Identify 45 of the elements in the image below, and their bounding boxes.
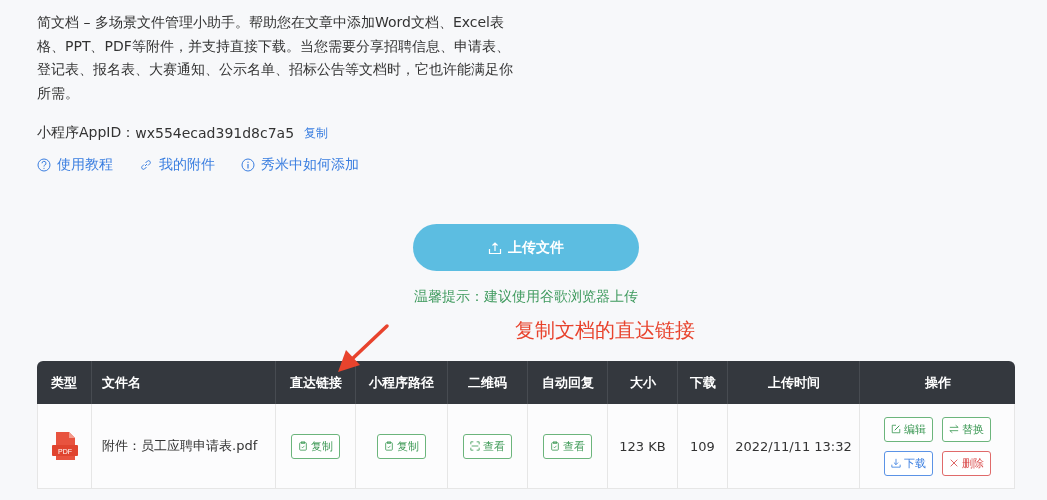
annotation-text: 复制文档的直达链接 [515,317,695,344]
close-icon [948,458,959,468]
column-header: 操作 [860,361,1015,404]
question-icon [37,158,51,172]
copy-button[interactable]: 查看 [543,433,592,459]
file-name: 附件：员工应聘申请表.pdf [92,404,276,489]
file-size: 123 KB [608,404,678,489]
column-header: 二维码 [448,361,528,404]
download-count: 109 [678,404,728,489]
column-header: 直达链接 [276,361,356,404]
arrow-drawing [338,324,389,372]
download-icon [890,458,901,468]
copy-button[interactable]: 复制 [377,433,426,459]
column-header: 自动回复 [528,361,608,404]
clipboard-icon [298,441,308,451]
info-icon [241,158,255,172]
scan-icon [470,441,480,451]
view-button[interactable]: 查看 [463,433,512,459]
help-link[interactable]: 我的附件 [139,156,215,174]
replace-button[interactable]: 替换 [941,416,991,442]
clipboard-icon [550,441,560,451]
clipboard-icon [384,441,394,451]
delete-button[interactable]: 删除 [941,450,991,476]
help-link[interactable]: 使用教程 [37,156,113,174]
column-header: 小程序路径 [356,361,448,404]
swap-icon [948,424,959,434]
column-header: 上传时间 [728,361,860,404]
copy-button[interactable]: 复制 [291,433,340,459]
download-button[interactable]: 下载 [883,450,933,476]
edit-button[interactable]: 编辑 [883,416,933,442]
upload-time: 2022/11/11 13:32 [728,404,860,489]
upload-icon [488,240,502,255]
upload-button[interactable]: 上传文件 [413,224,639,271]
column-header: 文件名 [92,361,276,404]
copy-link[interactable]: 复制 [304,124,329,142]
help-link[interactable]: 秀米中如何添加 [241,156,359,174]
column-header: 大小 [608,361,678,404]
appid-label: 小程序AppID： [37,124,136,142]
link-icon [139,158,153,172]
description-text: 简文档 – 多场景文件管理小助手。帮助您在文章中添加Word文档、Excel表格、PPT、PDF等附件，并支持直接下载。当您需要分享招聘信息、申请表、登记表、报名表、大赛通知、公示名单、招标公告等文档时，它也许能满足你所需。 [37,13,514,103]
edit-icon [890,424,901,434]
column-header: 类型 [37,361,92,404]
tip-text: 温馨提示：建议使用谷歌浏览器上传 [414,288,638,306]
column-header: 下载 [678,361,728,404]
appid-value: wx554ecad391d8c7a5 [135,125,295,141]
